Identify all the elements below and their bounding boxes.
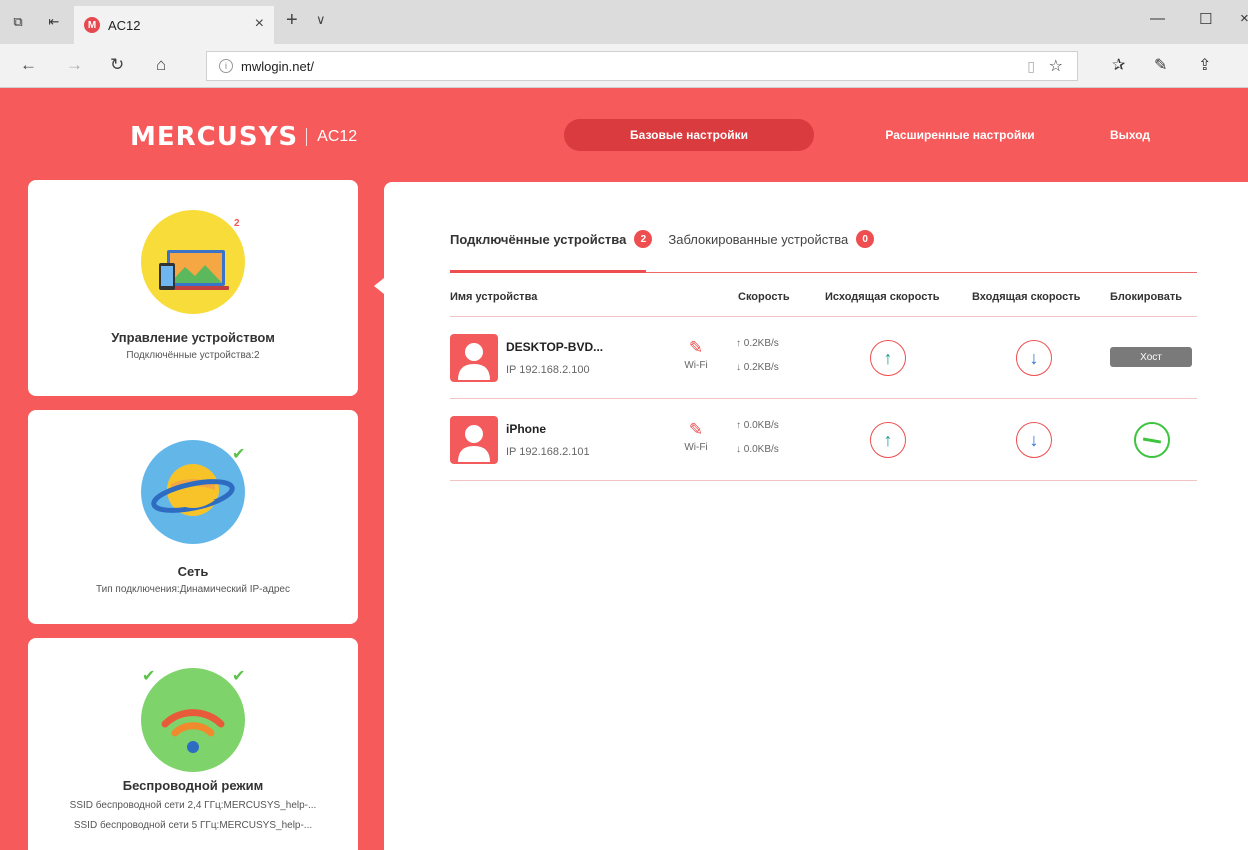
column-header-upload: Исходящая скорость	[825, 291, 940, 303]
device-ip: IP 192.168.2.100	[506, 364, 590, 376]
nav-logout[interactable]: Выход	[1090, 119, 1170, 151]
close-tab-icon[interactable]: ×	[255, 15, 264, 33]
mercusys-favicon-icon: M	[84, 17, 100, 33]
device-tabs: Подключённые устройства 2 Заблокированны…	[450, 230, 875, 248]
reading-view-icon[interactable]: ▯	[1027, 58, 1035, 75]
upload-limit-button[interactable]: ↑	[870, 340, 906, 376]
maximize-icon[interactable]: ☐	[1199, 10, 1212, 28]
brand-name: MERCUSYS	[130, 122, 299, 152]
favorite-star-icon[interactable]: ☆	[1049, 56, 1063, 76]
home-icon[interactable]: ⌂	[156, 55, 166, 75]
nav-basic-settings[interactable]: Базовые настройки	[564, 119, 814, 151]
connection-label: Wi-Fi	[684, 442, 708, 453]
tab-blocked-devices[interactable]: Заблокированные устройства 0	[668, 230, 875, 248]
back-arrow-icon[interactable]: ←	[20, 55, 37, 75]
ssid-24ghz-summary: SSID беспроводной сети 2,4 ГГц:MERCUSYS_…	[69, 800, 317, 811]
edit-wifi-icon[interactable]: ✎	[678, 338, 714, 358]
ssid-5ghz-summary: SSID беспроводной сети 5 ГГц:MERCUSYS_he…	[73, 820, 313, 831]
wifi-5-status-check-icon: ✔	[232, 668, 246, 685]
table-row: iPhone IP 192.168.2.101 ✎ Wi-Fi ↑ 0.0KB/…	[450, 416, 1197, 496]
address-bar: ← → ↻ ⌂ i mwlogin.net/ ▯ ☆ ✰ ✎ ⇪	[0, 44, 1248, 88]
connection-type: ✎ Wi-Fi	[678, 338, 714, 371]
column-header-block: Блокировать	[1110, 291, 1183, 303]
download-limit-button[interactable]: ↓	[1016, 340, 1052, 376]
refresh-icon[interactable]: ↻	[110, 55, 124, 75]
card-wireless[interactable]: ✔ ✔ Беспроводной режим SSID беспроводной…	[28, 638, 358, 850]
tab-connected-label: Подключённые устройства	[450, 231, 627, 247]
connected-count-badge: 2	[634, 230, 653, 248]
table-row: DESKTOP-BVD... IP 192.168.2.100 ✎ Wi-Fi …	[450, 334, 1197, 414]
upload-limit-button[interactable]: ↑	[870, 422, 906, 458]
model-name: AC12	[317, 128, 358, 145]
tab-title: AC12	[108, 17, 141, 33]
card-device-management[interactable]: 2 Управление устройством Подключённые ус…	[28, 180, 358, 396]
minimize-icon[interactable]: —	[1150, 10, 1165, 27]
planet-icon	[141, 440, 245, 544]
download-speed: ↓ 0.2KB/s	[736, 362, 779, 373]
blocked-count-badge: 0	[856, 230, 875, 248]
tab-connected-devices[interactable]: Подключённые устройства 2	[450, 230, 653, 248]
browser-tab[interactable]: M AC12 ×	[74, 6, 274, 44]
devices-illustration-icon	[141, 210, 245, 314]
row-divider	[450, 480, 1197, 481]
block-device-button[interactable]	[1134, 422, 1170, 458]
upload-speed: ↑ 0.0KB/s	[736, 420, 779, 431]
mercusys-logo: MERCUSYS AC12	[130, 122, 357, 152]
host-badge: Хост	[1110, 347, 1192, 367]
wifi-icon	[141, 668, 245, 772]
device-ip: IP 192.168.2.101	[506, 446, 590, 458]
tab-blocked-label: Заблокированные устройства	[668, 231, 849, 247]
card-title-network: Сеть	[177, 564, 209, 579]
url-text: mwlogin.net/	[241, 58, 314, 74]
new-tab-icon[interactable]: +	[286, 9, 298, 32]
active-tab-indicator	[450, 270, 646, 273]
user-avatar-icon	[450, 416, 498, 464]
chevron-down-icon[interactable]: ∨	[316, 12, 326, 28]
network-status-check-icon: ✔	[232, 446, 246, 463]
block-icon	[1142, 437, 1162, 443]
browser-titlebar: ⧉ ⇤ M AC12 × + ∨ — ☐ ×	[0, 0, 1248, 44]
tab-actions-icon[interactable]: ⧉	[8, 12, 28, 32]
connected-devices-summary: Подключённые устройства:2	[126, 350, 260, 361]
header-divider	[450, 316, 1197, 317]
close-window-icon[interactable]: ×	[1240, 10, 1248, 27]
pen-icon[interactable]: ✎	[1154, 55, 1167, 75]
device-name[interactable]: DESKTOP-BVD...	[506, 340, 603, 354]
main-panel: Подключённые устройства 2 Заблокированны…	[384, 182, 1248, 850]
url-input[interactable]: i mwlogin.net/ ▯ ☆	[206, 51, 1078, 81]
column-header-download: Входящая скорость	[972, 291, 1081, 303]
wifi-24-status-check-icon: ✔	[142, 668, 156, 685]
card-title-device-management: Управление устройством	[111, 330, 275, 345]
download-speed: ↓ 0.0KB/s	[736, 444, 779, 455]
user-avatar-icon	[450, 334, 498, 382]
device-count-badge: 2	[234, 218, 240, 229]
router-page: MERCUSYS AC12 Базовые настройки Расширен…	[0, 88, 1248, 850]
row-divider	[450, 398, 1197, 399]
info-icon[interactable]: i	[219, 59, 233, 73]
connection-label: Wi-Fi	[684, 360, 708, 371]
connection-type: ✎ Wi-Fi	[678, 420, 714, 453]
nav-advanced-settings[interactable]: Расширенные настройки	[860, 119, 1060, 151]
upload-speed: ↑ 0.2KB/s	[736, 338, 779, 349]
column-header-name: Имя устройства	[450, 291, 538, 303]
connection-type-summary: Тип подключения:Динамический IP-адрес	[95, 584, 290, 595]
column-header-speed: Скорость	[738, 291, 790, 303]
download-limit-button[interactable]: ↓	[1016, 422, 1052, 458]
forward-arrow-icon[interactable]: →	[66, 55, 83, 75]
card-title-wireless: Беспроводной режим	[122, 778, 264, 793]
device-name[interactable]: iPhone	[506, 422, 546, 436]
favorites-list-icon[interactable]: ✰	[1112, 55, 1125, 75]
set-tabs-aside-icon[interactable]: ⇤	[44, 12, 64, 32]
share-icon[interactable]: ⇪	[1198, 55, 1211, 75]
card-network[interactable]: ✔ Сеть Тип подключения:Динамический IP-а…	[28, 410, 358, 624]
active-card-pointer	[374, 278, 384, 294]
edit-wifi-icon[interactable]: ✎	[678, 420, 714, 440]
